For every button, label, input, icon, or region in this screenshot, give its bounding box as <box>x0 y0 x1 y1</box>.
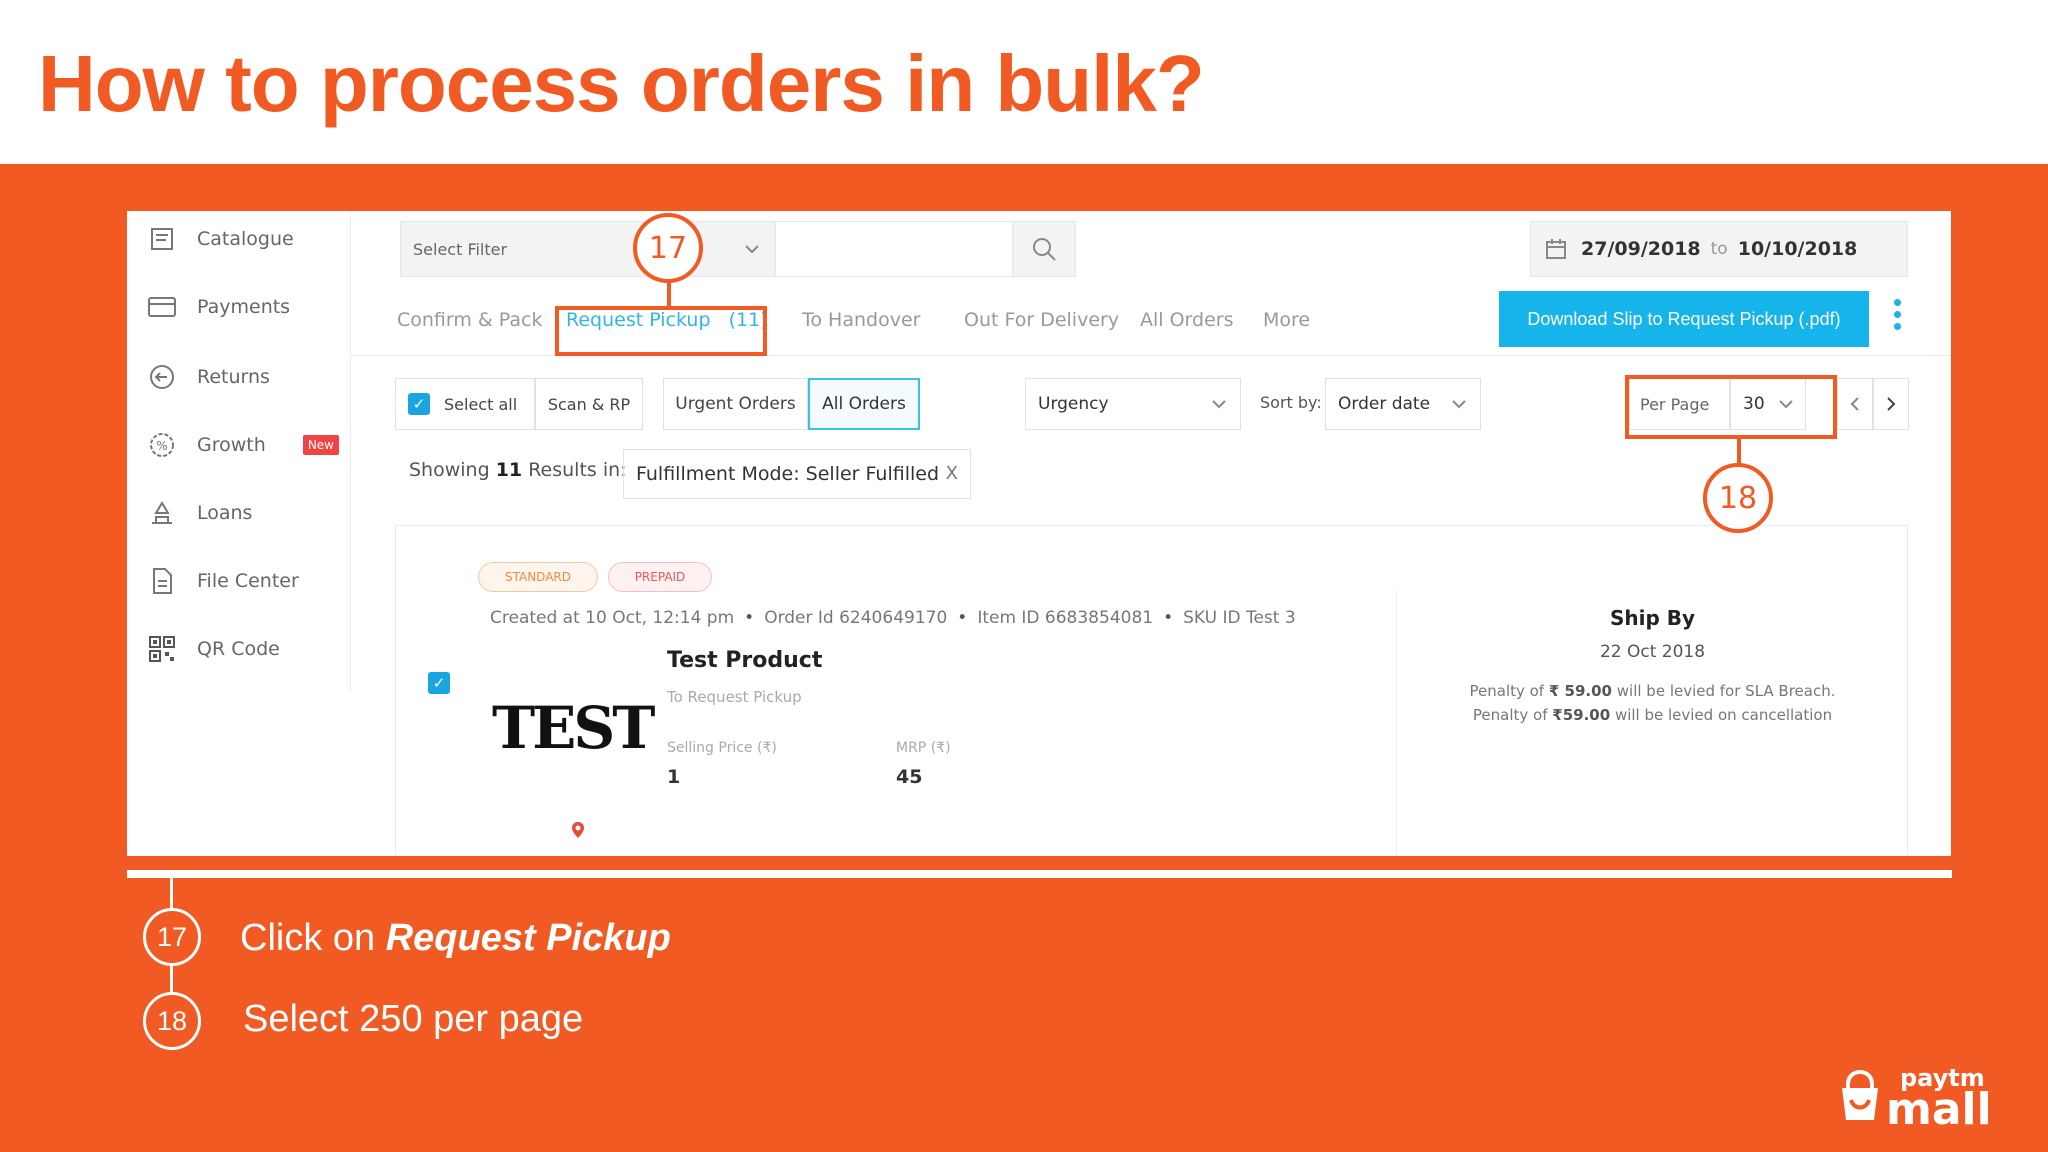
loans-icon <box>145 498 179 528</box>
sidebar-item-loans[interactable]: Loans <box>145 493 345 533</box>
sidebar: Catalogue Payments Returns % Growth New <box>127 211 351 691</box>
chevron-right-icon <box>1887 397 1896 411</box>
calendar-icon <box>1546 239 1566 259</box>
callout-17: 17 <box>633 213 703 283</box>
select-all-label: Select all <box>444 394 518 414</box>
selling-price-value: 1 <box>667 766 681 788</box>
all-orders-button[interactable]: All Orders <box>808 378 920 430</box>
sidebar-item-label: Catalogue <box>197 228 294 250</box>
location-pin-icon <box>568 820 588 845</box>
date-range-picker[interactable]: 27/09/2018 to 10/10/2018 <box>1530 221 1908 277</box>
order-checkbox[interactable]: ✓ <box>428 672 450 694</box>
returns-icon <box>145 362 179 392</box>
callout-18: 18 <box>1703 463 1773 533</box>
seller-panel-screenshot: Catalogue Payments Returns % Growth New <box>127 211 1951 856</box>
date-to: 10/10/2018 <box>1737 238 1858 260</box>
tab-more[interactable]: More <box>1263 309 1310 331</box>
per-page-highlight <box>1625 375 1837 439</box>
urgency-label: Urgency <box>1038 394 1109 414</box>
search-input[interactable] <box>776 221 1012 277</box>
date-separator: to <box>1710 239 1728 259</box>
svg-text:mall: mall <box>1886 1084 1992 1128</box>
sidebar-item-label: File Center <box>197 570 299 592</box>
mrp-value: 45 <box>896 766 923 788</box>
ship-by-date: 22 Oct 2018 <box>1599 642 1706 662</box>
order-card: STANDARD PREPAID Created at 10 Oct, 12:1… <box>395 525 1908 856</box>
new-badge: New <box>302 435 339 455</box>
sidebar-item-label: Loans <box>197 502 253 524</box>
scan-rp-button[interactable]: Scan & RP <box>535 378 643 430</box>
catalogue-icon <box>145 224 179 254</box>
results-count: 11 <box>495 459 523 481</box>
tab-confirm-pack[interactable]: Confirm & Pack <box>397 309 542 331</box>
results-summary: Showing 11 Results in: <box>409 459 627 481</box>
chevron-down-icon <box>745 245 759 254</box>
ship-by-label: Ship By <box>1609 606 1696 630</box>
select-filter-label: Select Filter <box>413 239 508 259</box>
date-from: 27/09/2018 <box>1581 238 1701 260</box>
file-icon <box>145 566 179 596</box>
select-all-checkbox[interactable]: ✓ Select all <box>395 378 535 430</box>
download-slip-button[interactable]: Download Slip to Request Pickup (.pdf) <box>1499 291 1869 347</box>
cancellation-penalty-text: Penalty of ₹59.00 will be levied on canc… <box>1472 706 1833 724</box>
product-status: To Request Pickup <box>667 688 802 706</box>
qr-code-icon <box>145 634 179 664</box>
tab-out-for-delivery[interactable]: Out For Delivery <box>964 309 1119 331</box>
product-name[interactable]: Test Product <box>667 648 822 673</box>
sidebar-item-growth[interactable]: % Growth New <box>145 425 345 465</box>
search-button[interactable] <box>1012 221 1076 277</box>
select-filter-dropdown[interactable]: Select Filter <box>400 221 776 277</box>
chevron-down-icon <box>1212 400 1226 409</box>
sidebar-item-label: Growth <box>197 434 266 456</box>
next-page-button[interactable] <box>1873 378 1909 430</box>
sidebar-item-returns[interactable]: Returns <box>145 357 345 397</box>
urgency-dropdown[interactable]: Urgency <box>1025 378 1241 430</box>
chip-label: Fulfillment Mode: Seller Fulfilled <box>636 463 940 485</box>
sidebar-item-qr-code[interactable]: QR Code <box>145 629 345 669</box>
selling-price-label: Selling Price (₹) <box>667 740 777 756</box>
growth-icon: % <box>145 430 179 460</box>
sidebar-item-label: QR Code <box>197 638 280 660</box>
request-pickup-highlight <box>555 306 767 356</box>
sidebar-item-label: Payments <box>197 296 291 318</box>
prepaid-tag: PREPAID <box>608 562 712 592</box>
slide-title: How to process orders in bulk? <box>38 39 1205 128</box>
payments-icon <box>145 292 179 322</box>
svg-text:%: % <box>156 439 167 453</box>
urgent-orders-button[interactable]: Urgent Orders <box>663 378 808 430</box>
check-icon: ✓ <box>408 393 430 415</box>
legend-step-18: 18 <box>143 992 201 1050</box>
order-meta: Created at 10 Oct, 12:14 pm • Order Id 624… <box>490 608 1296 628</box>
tab-all-orders[interactable]: All Orders <box>1140 309 1234 331</box>
search-icon <box>1033 238 1056 261</box>
tab-to-handover[interactable]: To Handover <box>802 309 920 331</box>
sort-by-label: Sort by: <box>1260 393 1322 412</box>
chevron-down-icon <box>1452 400 1466 409</box>
paytm-mall-logo: paytm mall <box>1840 1058 2020 1135</box>
sidebar-item-payments[interactable]: Payments <box>145 287 345 327</box>
sort-by-dropdown[interactable]: Order date <box>1325 378 1481 430</box>
standard-tag: STANDARD <box>478 562 598 592</box>
sidebar-item-catalogue[interactable]: Catalogue <box>145 219 345 259</box>
mrp-label: MRP (₹) <box>896 740 951 756</box>
sla-penalty-text: Penalty of ₹ 59.00 will be levied for SL… <box>1469 682 1836 700</box>
callout-connector <box>667 281 671 308</box>
product-image: TEST <box>492 694 655 762</box>
legend-text-18: Select 250 per page <box>243 998 584 1040</box>
divider <box>127 870 1952 878</box>
more-options-icon[interactable] <box>1892 299 1902 339</box>
legend-step-17: 17 <box>143 908 201 966</box>
sidebar-item-label: Returns <box>197 366 270 388</box>
sort-by-value: Order date <box>1338 394 1431 414</box>
legend-text-17: Click on Request Pickup <box>240 917 671 959</box>
chevron-left-icon <box>1850 397 1859 411</box>
prev-page-button[interactable] <box>1837 378 1873 430</box>
fulfillment-filter-chip: Fulfillment Mode: Seller Fulfilled X <box>623 449 971 499</box>
sidebar-item-file-center[interactable]: File Center <box>145 561 345 601</box>
close-icon[interactable]: X <box>946 463 958 484</box>
